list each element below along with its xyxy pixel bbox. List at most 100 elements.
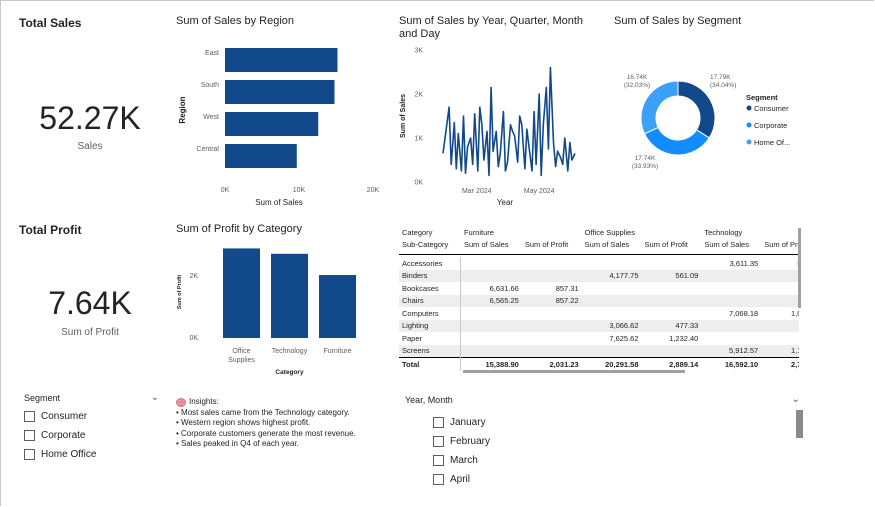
matrix-cell: 1,232.40 bbox=[669, 333, 699, 343]
slicer-option-february[interactable]: February bbox=[433, 432, 490, 451]
matrix-header-cell: Sum of Profit bbox=[521, 238, 582, 255]
matrix-cell bbox=[521, 344, 582, 358]
checkbox-icon[interactable] bbox=[433, 474, 444, 485]
matrix-cell bbox=[581, 294, 642, 307]
segment-donut-chart[interactable]: 17.79K(34.04%) 17.74K(33.93%) 16.74K(32.03… bbox=[610, 60, 805, 185]
trend-x-tick: May 2024 bbox=[524, 188, 555, 195]
segment-donut-slice bbox=[643, 126, 710, 156]
table-row: Accessories 3,611.35522.4 bbox=[399, 257, 799, 270]
matrix-cell: 1,058.3 bbox=[790, 308, 799, 318]
matrix-header-cell: Furniture bbox=[463, 227, 494, 237]
matrix-cell bbox=[461, 257, 522, 270]
matrix-cell bbox=[761, 332, 799, 345]
category-y-tick: 0K bbox=[189, 335, 198, 342]
matrix-total-row: Total 15,388.90 2,031.23 20,291.58 2,889.14 1… bbox=[399, 357, 799, 371]
matrix-cell bbox=[701, 319, 762, 332]
category-y-tick: 2K bbox=[189, 273, 198, 280]
checkbox-icon[interactable] bbox=[433, 436, 444, 447]
category-bar bbox=[319, 275, 356, 338]
trend-chart-title: Sum of Sales by Year, Quarter, Month and… bbox=[399, 15, 584, 40]
total-sales-label: Sales bbox=[77, 141, 103, 152]
region-category-label: East bbox=[205, 50, 219, 57]
matrix-cell: Total bbox=[399, 357, 462, 371]
trend-y-tick: 3K bbox=[414, 48, 423, 55]
category-matrix[interactable]: Category Furniture Office Supplies Technolo… bbox=[399, 226, 799, 372]
region-x-tick: 10K bbox=[293, 187, 306, 194]
segment-slicer[interactable]: Segment ⌄ Consumer Corporate Home Office bbox=[24, 392, 159, 464]
slicer-option-april[interactable]: April bbox=[433, 470, 490, 489]
matrix-cell: Screens bbox=[399, 344, 462, 358]
trend-series-line bbox=[442, 66, 576, 177]
slicer-option-march[interactable]: March bbox=[433, 451, 490, 470]
matrix-cell: 857.31 bbox=[555, 283, 579, 293]
matrix-cell: 20,291.58 bbox=[581, 357, 642, 371]
table-row: Binders 4,177.75 561.09 bbox=[399, 269, 799, 282]
region-bar bbox=[225, 112, 319, 136]
matrix-cell: 1,135.4 bbox=[761, 344, 799, 358]
matrix-cell: Lighting bbox=[399, 319, 462, 332]
slicer-option-home-office[interactable]: Home Office bbox=[24, 445, 159, 464]
sales-trend-line-chart[interactable]: 0K 1K 2K 3K Mar 2024 May 2024 Year Sum of Sales bbox=[395, 44, 600, 210]
matrix-cell bbox=[460, 344, 522, 358]
matrix-header-cell: Sum of Profit bbox=[641, 238, 702, 255]
insight-line: • Sales peaked in Q4 of each year. bbox=[176, 439, 299, 448]
region-y-axis-title: Region bbox=[178, 96, 187, 123]
checkbox-icon[interactable] bbox=[24, 430, 35, 441]
matrix-cell bbox=[701, 282, 761, 295]
slicer-option-january[interactable]: January bbox=[433, 413, 490, 432]
chevron-down-icon[interactable]: ⌄ bbox=[792, 394, 800, 405]
matrix-cell: Chairs bbox=[399, 294, 462, 307]
matrix-cell: 2,889.14 bbox=[641, 357, 702, 371]
segment-legend-title: Segment bbox=[746, 93, 778, 102]
checkbox-icon[interactable] bbox=[24, 411, 35, 422]
matrix-cell: 7,625.62 bbox=[609, 333, 639, 343]
matrix-header-row: Sub-Category Sum of Sales Sum of Profit Sum… bbox=[399, 238, 799, 255]
matrix-cell bbox=[522, 257, 582, 270]
checkbox-icon[interactable] bbox=[433, 417, 444, 428]
matrix-cell: 7,068.18 bbox=[729, 308, 759, 318]
matrix-scrollbar-horizontal[interactable] bbox=[463, 370, 685, 373]
matrix-cell: 5,912.57 bbox=[701, 344, 762, 358]
trend-y-axis-title: Sum of Sales bbox=[400, 94, 407, 138]
matrix-cell bbox=[581, 344, 642, 358]
trend-y-tick: 1K bbox=[414, 136, 423, 143]
month-slicer[interactable]: Year, Month ⌄ bbox=[405, 394, 800, 405]
region-category-label: South bbox=[201, 82, 219, 89]
matrix-cell: 522.4 bbox=[761, 257, 799, 270]
insights-textbox: Insights: • Most sales came from the Tec… bbox=[176, 397, 386, 450]
month-slicer-list[interactable]: January February March April bbox=[433, 413, 490, 489]
trend-x-axis-title: Year bbox=[497, 198, 514, 207]
category-x-axis-title: Category bbox=[275, 369, 304, 376]
matrix-cell: 6,631.66 bbox=[489, 283, 519, 293]
table-row: Bookcases 6,631.66 857.31 bbox=[399, 282, 799, 295]
checkbox-icon[interactable] bbox=[433, 455, 444, 466]
matrix-cell bbox=[761, 319, 799, 332]
slicer-option-corporate[interactable]: Corporate bbox=[24, 426, 159, 445]
region-bar bbox=[225, 144, 297, 168]
trend-y-tick: 2K bbox=[414, 92, 423, 99]
profit-by-category-chart[interactable]: 2K 0K Office Supplies Technology Furniture Cat… bbox=[170, 240, 370, 380]
matrix-cell bbox=[521, 319, 582, 332]
checkbox-icon[interactable] bbox=[24, 449, 35, 460]
segment-percent-label: (32.03%) bbox=[624, 82, 650, 89]
matrix-cell bbox=[460, 319, 522, 332]
table-row: Paper 7,625.62 1,232.40 bbox=[399, 332, 799, 345]
slicer-option-consumer[interactable]: Consumer bbox=[24, 407, 159, 426]
region-bar bbox=[225, 48, 338, 72]
month-slicer-scrollbar[interactable] bbox=[796, 410, 803, 438]
matrix-cell bbox=[522, 332, 582, 345]
category-y-axis-title: Sum of Profit bbox=[177, 275, 183, 310]
table-row: Lighting 3,066.62 477.33 bbox=[399, 319, 799, 332]
matrix-scrollbar-vertical[interactable] bbox=[798, 228, 801, 308]
total-sales-title: Total Sales bbox=[19, 16, 82, 30]
chevron-down-icon[interactable]: ⌄ bbox=[151, 392, 159, 403]
table-row: Chairs 6,565.25 857.22 bbox=[399, 294, 799, 307]
matrix-cell bbox=[641, 344, 702, 358]
matrix-cell: Paper bbox=[399, 332, 462, 345]
region-bar-chart[interactable]: East South West Central 0K 10K 20K Sum of Sales… bbox=[170, 38, 385, 210]
trend-y-tick: 0K bbox=[414, 180, 423, 187]
segment-legend-item: Consumer bbox=[754, 104, 789, 113]
matrix-cell: 16,592.10 bbox=[701, 357, 762, 371]
total-profit-title: Total Profit bbox=[19, 223, 82, 237]
matrix-cell bbox=[642, 282, 702, 295]
